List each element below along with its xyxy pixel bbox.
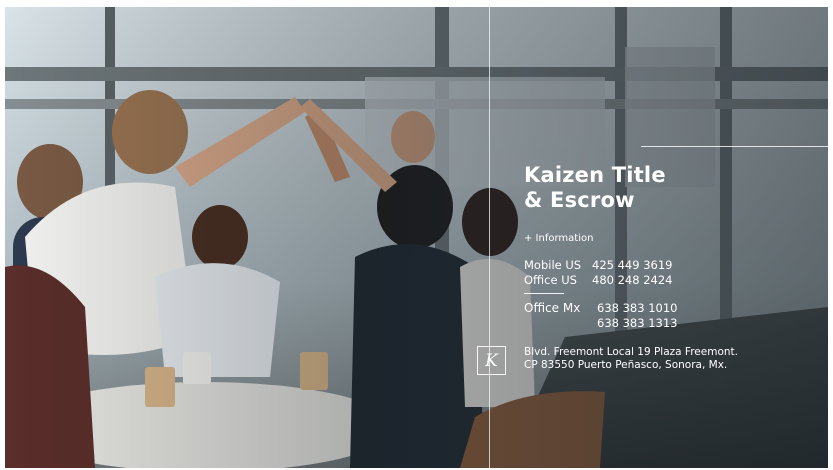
company-title: Kaizen Title & Escrow (524, 163, 666, 213)
mobile-us-label: Mobile US (524, 258, 582, 272)
team-high-five-photo (5, 7, 828, 468)
information-label: + Information (524, 233, 594, 244)
title-line-1: Kaizen Title (524, 163, 666, 187)
contact-separator (524, 293, 564, 294)
kaizen-logo-icon: K (477, 346, 506, 375)
address-line-1: Blvd. Freemont Local 19 Plaza Freemont. (524, 346, 738, 358)
vertical-divider-line (489, 7, 490, 468)
office-us-label: Office US (524, 273, 577, 287)
office-mx-label: Office Mx (524, 301, 581, 315)
horizontal-divider-line (641, 146, 828, 147)
address-line-2: CP 83550 Puerto Peñasco, Sonora, Mx. (524, 359, 728, 371)
office-mx-number-2: 638 383 1313 (597, 316, 678, 330)
address-block: Blvd. Freemont Local 19 Plaza Freemont. … (524, 346, 738, 372)
office-mx-number-1: 638 383 1010 (597, 301, 678, 315)
office-us-number: 480 248 2424 (592, 273, 673, 287)
title-line-2: & Escrow (524, 188, 635, 212)
mobile-us-number: 425 449 3619 (592, 258, 673, 272)
banner: Kaizen Title & Escrow + Information Mobi… (5, 7, 828, 468)
